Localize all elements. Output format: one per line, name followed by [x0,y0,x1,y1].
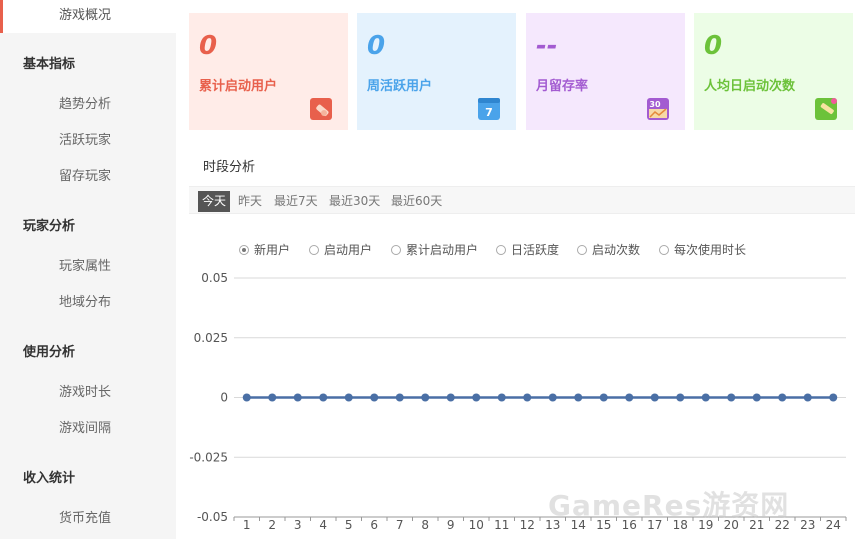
sidebar-item-game-overview[interactable]: 游戏概况 [0,0,176,33]
data-point [625,393,634,402]
tab-last-7-days[interactable]: 最近7天 [270,191,322,212]
radio-icon [577,245,587,255]
x-tick-label: 8 [421,518,429,532]
time-range-tabs: 今天 昨天 最近7天 最近30天 最近60天 [189,186,855,214]
radio-icon [391,245,401,255]
sidebar-item-label: 活跃玩家 [59,133,112,148]
sidebar-item-label: 趋势分析 [59,97,112,112]
data-point [523,393,532,402]
pencil-eraser-icon [310,98,332,120]
watermark: GameRes游资网 [548,489,790,522]
svg-text:7: 7 [485,106,493,119]
x-tick-label: 5 [345,518,353,532]
legend-label: 累计启动用户 [406,243,479,257]
stat-value: 0 [367,31,386,61]
data-point [344,393,353,402]
x-tick-label: 23 [800,518,815,532]
stat-card-monthly-retention: -- 月留存率 30 [526,13,685,130]
y-tick-label: 0.025 [194,331,228,345]
y-tick-label: -0.025 [189,450,228,464]
data-point [676,393,685,402]
data-point [446,393,455,402]
tab-last-60-days[interactable]: 最近60天 [387,191,446,212]
sidebar-item-label: 地域分布 [59,295,112,310]
section-title: 时段分析 [203,160,256,175]
stat-label: 累计启动用户 [199,79,278,94]
data-point [574,393,583,402]
legend-label: 启动用户 [324,243,373,257]
y-tick-label: 0.05 [201,271,228,285]
x-tick-label: 10 [469,518,484,532]
sidebar-item-label: 游戏概况 [59,8,112,23]
calendar-30-chart-icon: 30 [647,98,669,120]
pencil-note-icon [815,98,837,120]
x-tick-label: 6 [370,518,378,532]
data-point [803,393,812,402]
data-point [370,393,379,402]
stat-label: 人均日启动次数 [704,79,796,94]
data-point [497,393,506,402]
sidebar-group-usage-analysis: 使用分析 [23,345,76,360]
radio-icon [659,245,669,255]
x-tick-label: 2 [268,518,276,532]
tab-today[interactable]: 今天 [198,191,231,212]
stat-card-weekly-active-users: 0 周活跃用户 7 [357,13,516,130]
radio-icon [309,245,319,255]
legend-label: 启动次数 [592,243,641,257]
data-point [268,393,277,402]
stat-value: 0 [704,31,723,61]
legend-label: 日活跃度 [511,243,560,257]
legend-label: 每次使用时长 [674,243,747,257]
x-tick-label: 12 [520,518,535,532]
stat-label: 周活跃用户 [367,79,433,94]
svg-text:30: 30 [649,100,661,109]
data-point [548,393,557,402]
sidebar-item-label: 游戏时长 [59,385,112,400]
data-point [421,393,430,402]
stat-value: 0 [199,31,218,61]
sidebar-item-label: 留存玩家 [59,169,112,184]
sidebar-group-player-analysis: 玩家分析 [23,219,76,234]
y-tick-label: -0.05 [197,510,228,524]
sidebar: 游戏概况 基本指标 趋势分析 活跃玩家 留存玩家 玩家分析 玩家属性 地域分布 … [0,0,176,539]
data-point [752,393,761,402]
tab-last-30-days[interactable]: 最近30天 [325,191,384,212]
data-point [778,393,787,402]
x-tick-label: 1 [243,518,251,532]
y-tick-label: 0 [220,391,228,405]
sidebar-item-label: 玩家属性 [59,259,112,274]
legend-label: 新用户 [254,243,291,257]
x-tick-label: 4 [319,518,327,532]
data-point [395,393,404,402]
data-point [701,393,710,402]
sidebar-item-label: 货币充值 [59,511,112,526]
data-point [293,393,302,402]
sidebar-group-revenue-stats: 收入统计 [23,471,76,486]
radio-icon [496,245,506,255]
data-point [242,393,251,402]
x-tick-label: 11 [494,518,509,532]
data-point [829,393,838,402]
stat-card-avg-daily-launches: 0 人均日启动次数 [694,13,853,130]
stat-label: 月留存率 [536,79,589,94]
data-point [727,393,736,402]
x-tick-label: 9 [447,518,455,532]
x-tick-label: 24 [826,518,841,532]
radio-selected-icon [239,245,249,255]
sidebar-item-label: 游戏间隔 [59,421,112,436]
data-point [472,393,481,402]
data-point [599,393,608,402]
data-point [319,393,328,402]
stat-card-cumulative-launch-users: 0 累计启动用户 [189,13,348,130]
data-point [650,393,659,402]
stat-value: -- [536,31,558,61]
tab-yesterday[interactable]: 昨天 [234,191,266,212]
sidebar-group-basic-metrics: 基本指标 [23,57,76,72]
calendar-7-icon: 7 [478,98,500,120]
x-tick-label: 3 [294,518,302,532]
x-tick-label: 7 [396,518,404,532]
